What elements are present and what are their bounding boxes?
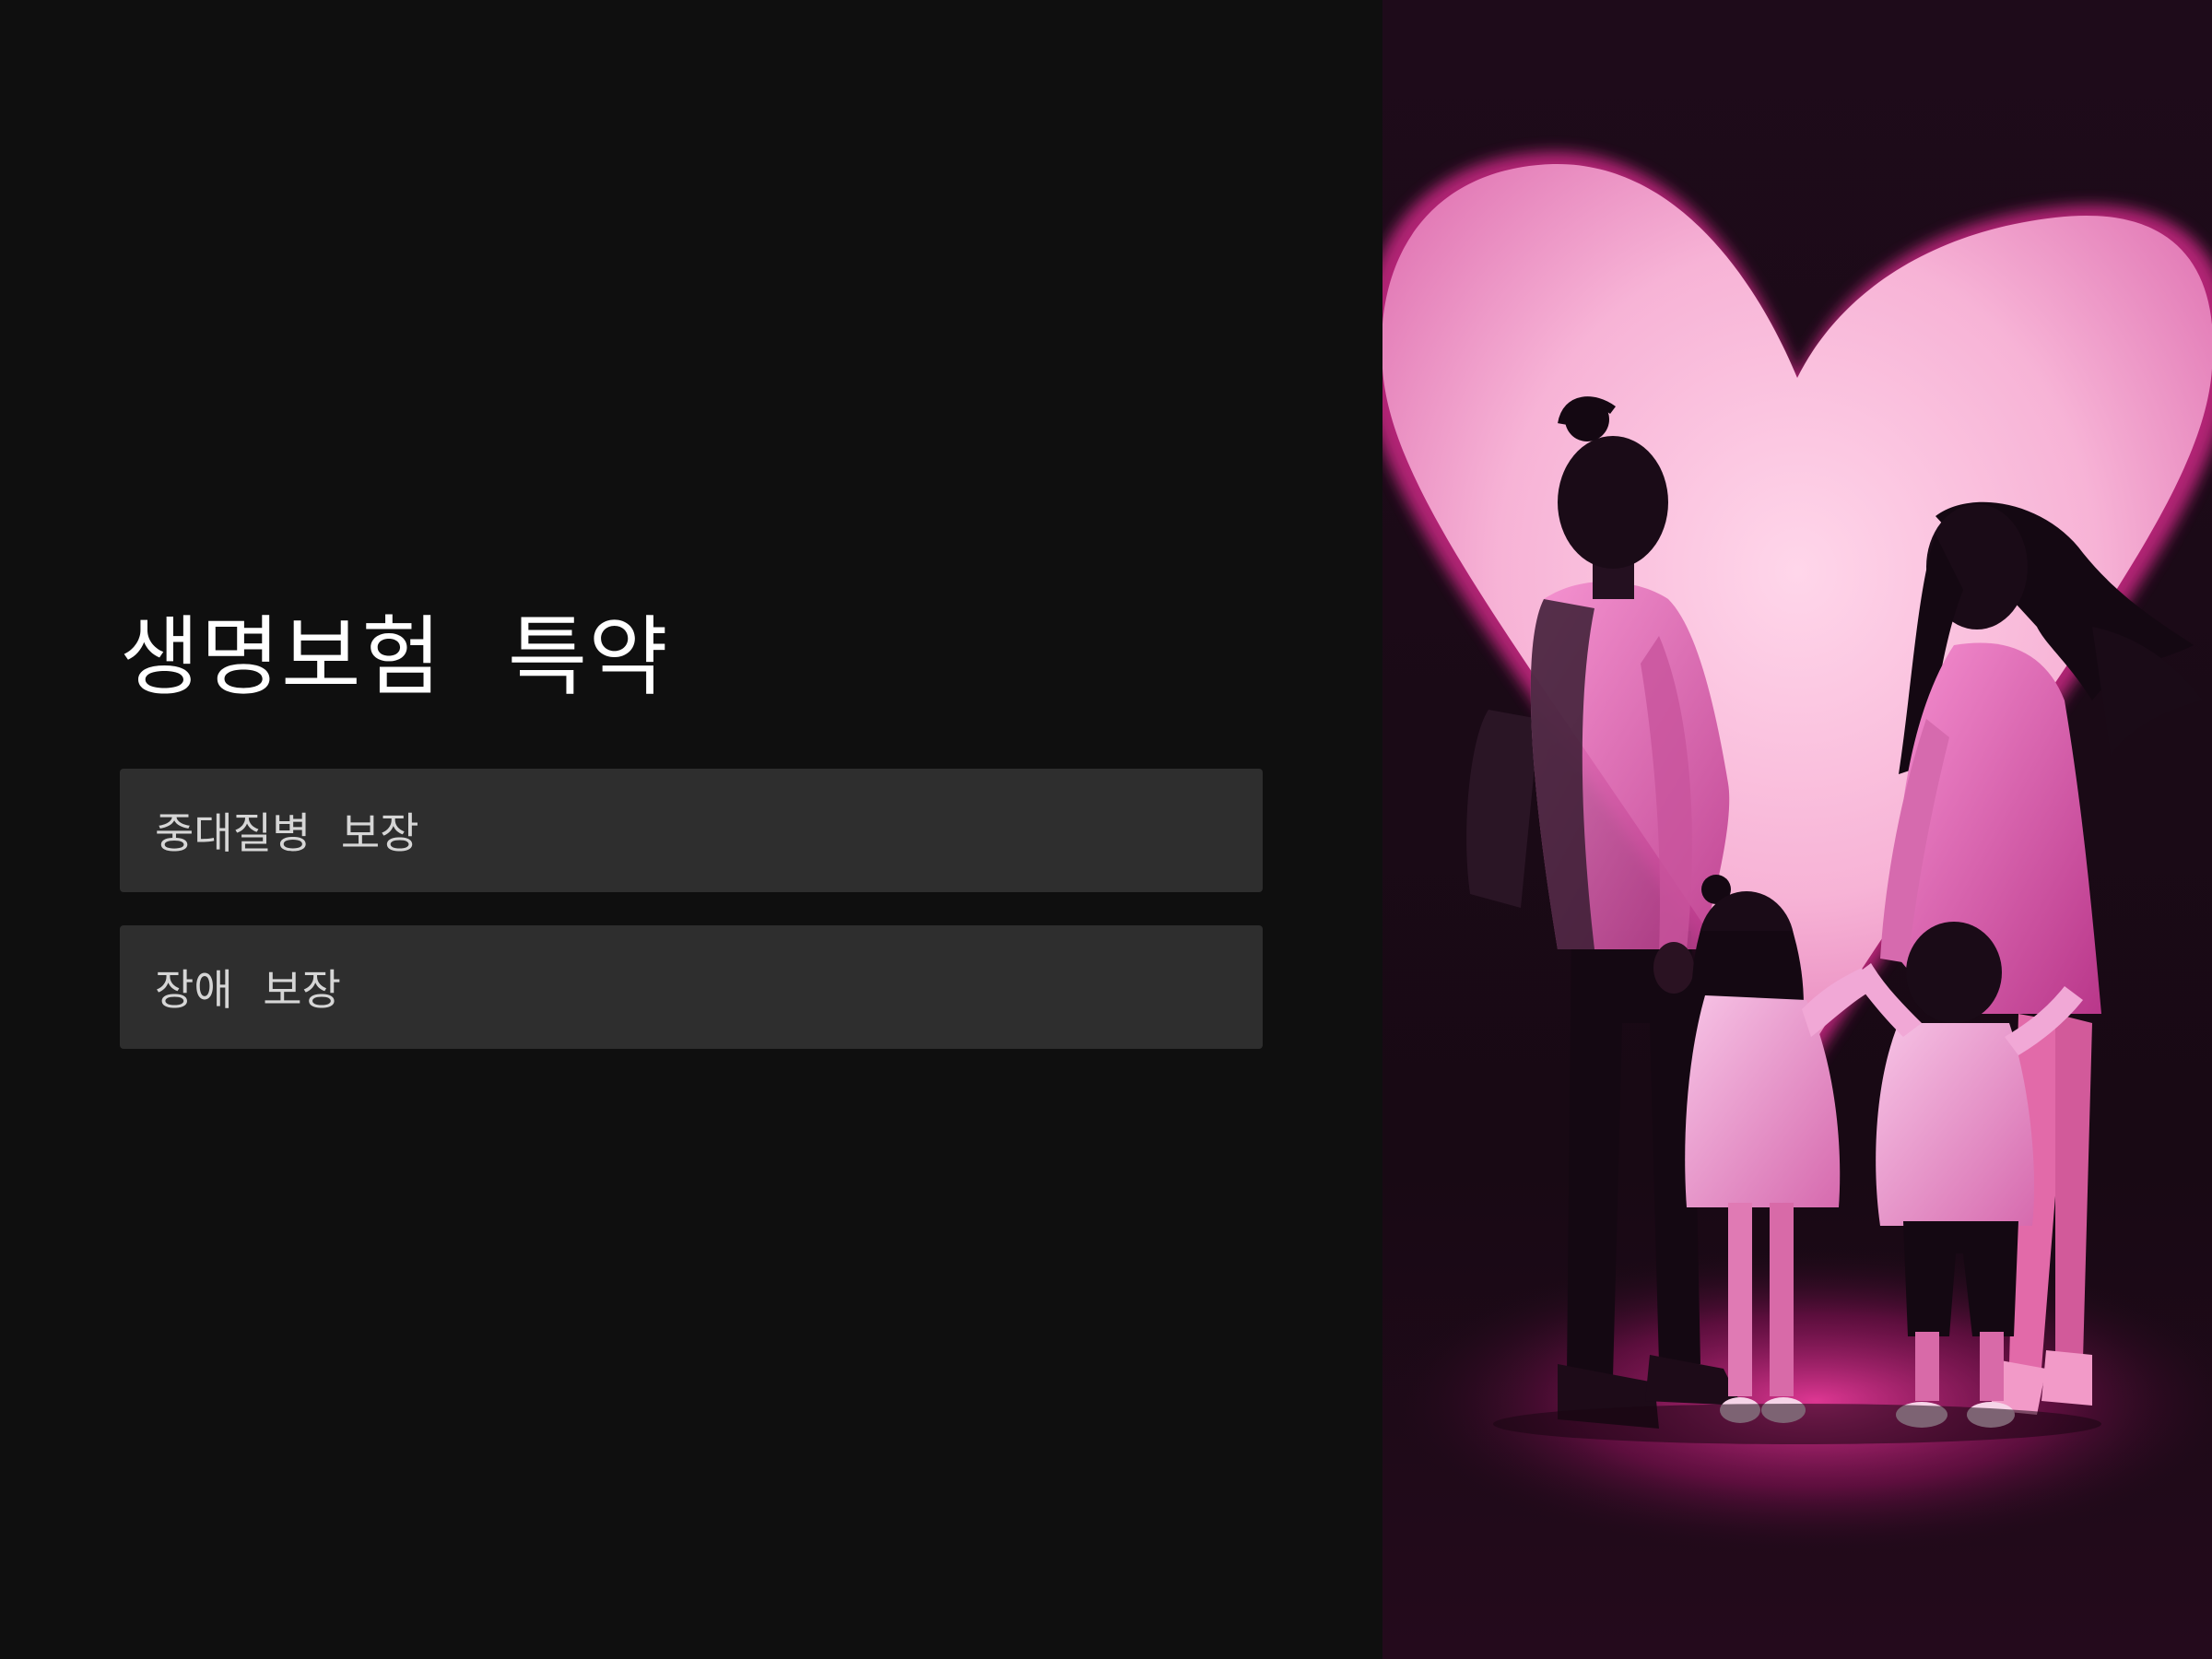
option-critical-illness-coverage[interactable]: 중대질병 보장 — [120, 769, 1263, 892]
content-panel: 생명보험 특약 중대질병 보장 장애 보장 — [0, 0, 1382, 1659]
option-disability-coverage[interactable]: 장애 보장 — [120, 925, 1263, 1049]
option-label: 장애 보장 — [155, 965, 341, 1015]
option-label: 중대질병 보장 — [155, 808, 419, 858]
page-title: 생명보험 특약 — [120, 607, 669, 708]
family-heart-illustration — [1382, 0, 2212, 1659]
